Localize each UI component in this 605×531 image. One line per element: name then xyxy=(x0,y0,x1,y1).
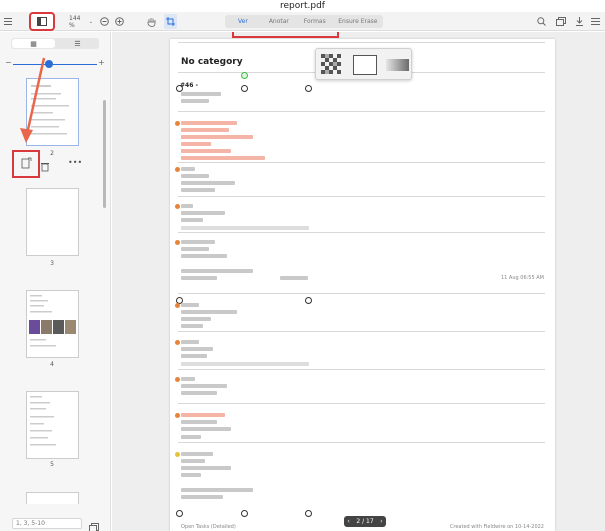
tab-highlight-box xyxy=(232,32,339,38)
thumbnail-page-3[interactable] xyxy=(26,188,79,256)
next-page-icon[interactable]: › xyxy=(380,518,382,525)
outline-option[interactable] xyxy=(353,55,377,75)
sidebar-toggle-button[interactable] xyxy=(29,12,55,31)
gradient-fill-option[interactable] xyxy=(386,59,409,71)
checker-pattern-icon xyxy=(321,54,341,74)
slider-thumb[interactable] xyxy=(45,60,53,68)
status-dot xyxy=(175,303,180,308)
timestamp: 11 Aug 06:55 AM xyxy=(500,275,544,281)
page-navigator: ‹ 2 / 17 › xyxy=(344,516,386,527)
tab-annotate[interactable]: Anotar xyxy=(261,15,297,28)
app-window: report.pdf 144 % ⌄ Ver Anotar Formas Ensu… xyxy=(0,0,605,531)
toolbar: 144 % ⌄ Ver Anotar Formas Ensure Erase xyxy=(0,12,605,31)
thumbnail-page-4[interactable] xyxy=(26,290,79,358)
tab-erase[interactable]: Ensure Erase xyxy=(333,15,383,28)
download-icon[interactable] xyxy=(574,14,585,29)
selection-handle-mr[interactable] xyxy=(305,297,312,304)
status-dot xyxy=(175,167,180,172)
status-dot xyxy=(175,240,180,245)
thumbnail-page-6[interactable] xyxy=(26,492,79,504)
thumbnail-sidebar: ▦ ☰ − + 2 ••• 3 4 5 xyxy=(0,32,111,531)
tab-shapes[interactable]: Formas xyxy=(297,15,333,28)
selection-handle-tm[interactable] xyxy=(241,85,248,92)
status-dot xyxy=(175,413,180,418)
search-icon[interactable] xyxy=(536,14,547,29)
shape-style-popover xyxy=(315,48,412,80)
page-label-5: 5 xyxy=(50,461,54,468)
rotate-handle[interactable] xyxy=(241,72,248,79)
selection-handle-bm[interactable] xyxy=(241,510,248,517)
zoom-in-icon[interactable] xyxy=(114,14,125,29)
status-dot xyxy=(175,452,180,457)
selection-handle-tl[interactable] xyxy=(176,85,183,92)
pdf-page: No category #46 - 11 Aug 06:55 AM Open T… xyxy=(170,32,555,531)
page-label-3: 3 xyxy=(50,260,54,267)
hand-tool-icon[interactable] xyxy=(146,14,157,29)
previous-page-icon[interactable]: ‹ xyxy=(347,518,349,525)
status-dot xyxy=(175,204,180,209)
selection-handle-bl[interactable] xyxy=(176,510,183,517)
page-label-4: 4 xyxy=(50,361,54,368)
thumbnail-page-2[interactable] xyxy=(26,78,79,146)
selection-handle-tr[interactable] xyxy=(305,85,312,92)
footer-left: Open Tasks (Detailed) xyxy=(181,524,236,530)
mode-tabs: Ver Anotar Formas Ensure Erase xyxy=(225,15,383,28)
copy-pages-icon[interactable] xyxy=(89,518,99,531)
window-title: report.pdf xyxy=(280,1,325,11)
crop-select-tool-icon[interactable] xyxy=(164,14,177,29)
zoom-level: 144 % xyxy=(69,14,81,29)
pixelate-fill-option[interactable] xyxy=(321,54,343,76)
sidebar-icon xyxy=(37,17,47,26)
more-options-icon[interactable]: ••• xyxy=(68,158,82,167)
page-indicator: 2 / 17 xyxy=(356,518,374,525)
windows-icon[interactable] xyxy=(555,14,566,29)
thumbnail-page-5[interactable] xyxy=(26,391,79,459)
outline-tab-icon[interactable]: ☰ xyxy=(56,38,99,49)
plus-icon[interactable]: + xyxy=(98,58,105,67)
more-icon[interactable] xyxy=(590,14,601,29)
zoom-select[interactable]: 144 % ⌄ xyxy=(69,14,93,29)
menu-icon[interactable] xyxy=(3,14,13,29)
minus-icon[interactable]: − xyxy=(5,58,12,67)
zoom-out-icon[interactable] xyxy=(99,14,110,29)
status-dot xyxy=(175,340,180,345)
page-label-2: 2 xyxy=(50,150,54,157)
tab-view[interactable]: Ver xyxy=(225,15,261,28)
thumbnails-tab-icon[interactable]: ▦ xyxy=(12,39,55,48)
chevron-down-icon: ⌄ xyxy=(88,18,93,25)
page-export-icon xyxy=(21,157,32,169)
category-heading: No category xyxy=(181,57,243,67)
status-dot xyxy=(175,377,180,382)
sidebar-scrollbar[interactable] xyxy=(103,100,106,208)
footer-right: Created with Fieldwire on 10-14-2022 xyxy=(449,524,544,530)
document-viewer: No category #46 - 11 Aug 06:55 AM Open T… xyxy=(112,32,605,531)
selection-handle-br[interactable] xyxy=(305,510,312,517)
trash-icon[interactable] xyxy=(40,158,50,172)
extract-page-button[interactable] xyxy=(12,150,40,178)
sidebar-tabs: ▦ ☰ xyxy=(11,38,99,49)
status-dot xyxy=(175,121,180,126)
page-range-input[interactable] xyxy=(12,518,82,529)
thumbnail-size-slider[interactable]: − + xyxy=(5,58,105,69)
